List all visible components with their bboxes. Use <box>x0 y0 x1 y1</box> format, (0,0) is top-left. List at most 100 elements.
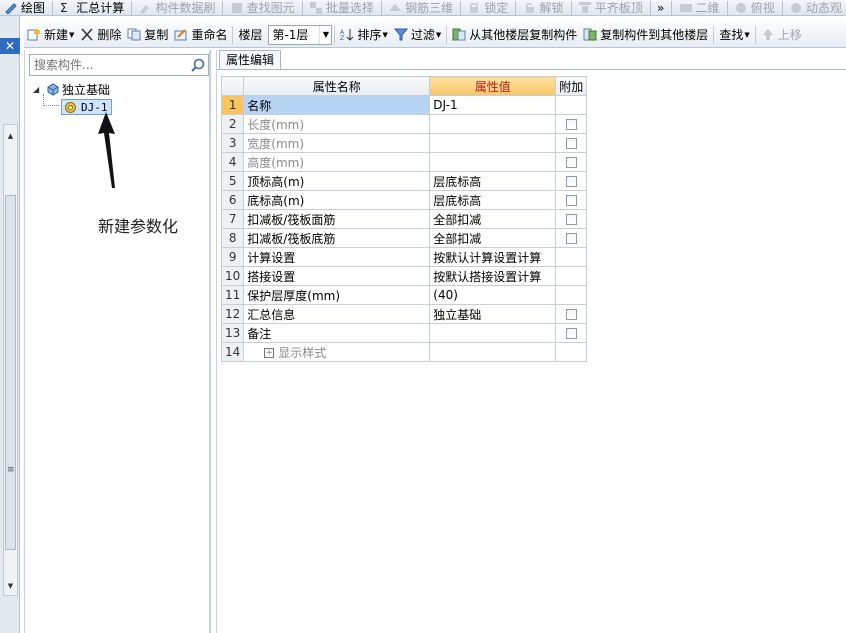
property-value[interactable] <box>429 342 557 362</box>
property-value[interactable] <box>429 133 557 153</box>
property-value[interactable]: 层底标高 <box>429 171 557 191</box>
property-value[interactable] <box>429 323 557 343</box>
toolbar-item-label: 锁定 <box>484 1 509 15</box>
main-toolbar: 绘图 Σ 汇总计算 构件数据刷 查找图元 批量选择 钢筋三维 锁定 解锁 平齐板顶 » 二维 俯视 动态观 <box>0 0 846 16</box>
gear-icon <box>64 101 78 114</box>
add-checkbox[interactable] <box>565 157 577 168</box>
scroll-up-icon[interactable]: ▲ <box>4 129 17 143</box>
add-checkbox[interactable] <box>565 309 577 320</box>
toolbar-item-7[interactable]: 解锁 <box>519 0 568 15</box>
property-row[interactable]: 1 名称 DJ-1 <box>220 95 588 115</box>
tab-divider <box>217 69 846 70</box>
filter-button[interactable]: 过滤 ▼ <box>391 24 444 46</box>
property-value[interactable]: (40) <box>429 285 557 305</box>
move-up-button[interactable]: 上移 <box>758 24 805 46</box>
toolbar-item-11[interactable]: 俯视 <box>730 0 779 15</box>
rename-button[interactable]: 重命名 <box>171 24 230 46</box>
property-row[interactable]: 9 计算设置 按默认计算设置计算 <box>220 247 588 267</box>
toolbar-item-5[interactable]: 钢筋三维 <box>384 0 457 15</box>
toolbar-item-label: 二维 <box>695 1 720 15</box>
property-name-text: 保护层厚度(mm) <box>247 288 341 303</box>
property-row[interactable]: 10 搭接设置 按默认搭接设置计算 <box>220 266 588 286</box>
property-row[interactable]: 8 扣减板/筏板底筋 全部扣减 <box>220 228 588 248</box>
copy-to-floor-label: 复制构件到其他楼层 <box>600 28 709 42</box>
delete-button[interactable]: 删除 <box>77 24 124 46</box>
property-value[interactable]: 全部扣减 <box>429 228 557 248</box>
chevron-down-icon: ▼ <box>319 25 331 44</box>
toolbar-item-12[interactable]: 动态观 <box>785 0 846 15</box>
expand-icon[interactable]: + <box>264 348 275 358</box>
toolbar-item-10[interactable]: 二维 <box>675 0 724 15</box>
add-checkbox[interactable] <box>565 138 577 149</box>
property-value[interactable]: 全部扣减 <box>429 209 557 229</box>
toolbar-item-label: 批量选择 <box>325 1 374 15</box>
toolbar-item-8[interactable]: 平齐板顶 <box>574 0 647 15</box>
column-header-add[interactable]: 附加 <box>555 76 588 96</box>
toolbar-item-1[interactable]: Σ 汇总计算 <box>55 0 128 15</box>
property-value[interactable]: DJ-1 <box>429 95 557 115</box>
search-icon[interactable] <box>188 55 208 75</box>
toolbar-item-4[interactable]: 批量选择 <box>305 0 378 15</box>
property-row[interactable]: 2 长度(mm) <box>220 114 588 134</box>
property-row[interactable]: 14 + 显示样式 <box>220 342 588 362</box>
property-add-cell <box>555 247 588 267</box>
find-button[interactable]: 查找 ▼ <box>716 24 752 46</box>
property-row[interactable]: 7 扣减板/筏板面筋 全部扣减 <box>220 209 588 229</box>
toolbar-item-6[interactable]: 锁定 <box>463 0 512 15</box>
property-row[interactable]: 6 底标高(m) 层底标高 <box>220 190 588 210</box>
toolbar-item-label: » <box>656 0 665 15</box>
tab-property-edit[interactable]: 属性编辑 <box>219 50 282 70</box>
toolbar-item-2[interactable]: 构件数据刷 <box>134 0 219 15</box>
scrollbar-thumb[interactable] <box>5 195 16 550</box>
property-row[interactable]: 13 备注 <box>220 323 588 343</box>
add-checkbox[interactable] <box>565 328 577 339</box>
property-name-text: 高度(mm) <box>247 155 305 170</box>
copy-to-floor-button[interactable]: 复制构件到其他楼层 <box>580 24 711 46</box>
property-name: 宽度(mm) <box>243 133 431 153</box>
floor-label: 楼层 <box>235 24 265 46</box>
property-row[interactable]: 12 汇总信息 独立基础 <box>220 304 588 324</box>
add-checkbox[interactable] <box>565 214 577 225</box>
add-checkbox[interactable] <box>565 176 577 187</box>
property-name-text: 扣减板/筏板面筋 <box>247 212 336 227</box>
add-checkbox[interactable] <box>565 233 577 244</box>
property-value[interactable]: 按默认搭接设置计算 <box>429 266 557 286</box>
property-row[interactable]: 4 高度(mm) <box>220 152 588 172</box>
toolbar-item-3[interactable]: 查找图元 <box>226 0 299 15</box>
property-value[interactable]: 层底标高 <box>429 190 557 210</box>
column-header-value[interactable]: 属性值 <box>429 76 557 96</box>
property-value[interactable]: 独立基础 <box>429 304 557 324</box>
new-button[interactable]: 新建 ▼ <box>24 24 77 46</box>
property-row[interactable]: 11 保护层厚度(mm) (40) <box>220 285 588 305</box>
tree-connector <box>43 94 59 106</box>
column-header-name[interactable]: 属性名称 <box>243 76 431 96</box>
scroll-down-icon[interactable]: ▼ <box>4 579 17 593</box>
toolbar-item-0[interactable]: 绘图 <box>0 0 49 15</box>
property-name: 扣减板/筏板底筋 <box>243 228 431 248</box>
sort-button[interactable]: AZ 排序 ▼ <box>337 24 390 46</box>
row-number: 11 <box>220 285 245 305</box>
add-checkbox[interactable] <box>565 119 577 130</box>
toolbar-item-9[interactable]: » <box>653 0 668 15</box>
add-checkbox[interactable] <box>565 195 577 206</box>
floor-select[interactable]: 第-1层 ▼ <box>268 24 333 45</box>
copy-button[interactable]: 复制 <box>124 24 171 46</box>
search-input[interactable] <box>30 55 188 75</box>
property-row[interactable]: 3 宽度(mm) <box>220 133 588 153</box>
property-row[interactable]: 5 顶标高(m) 层底标高 <box>220 171 588 191</box>
close-icon[interactable]: ✕ <box>0 38 20 54</box>
lock-icon <box>467 1 481 14</box>
property-name-text: 搭接设置 <box>247 269 296 284</box>
property-add-cell <box>555 190 588 210</box>
row-number: 4 <box>220 152 245 172</box>
toolbar-item-label: 解锁 <box>539 1 564 15</box>
property-value[interactable] <box>429 114 557 134</box>
find-icon <box>230 1 244 14</box>
row-number: 9 <box>220 247 245 267</box>
property-value[interactable]: 按默认计算设置计算 <box>429 247 557 267</box>
side-scrollbar[interactable]: ▲ ≡ ▼ <box>3 124 18 596</box>
copy-from-floor-button[interactable]: 从其他楼层复制构件 <box>449 24 580 46</box>
property-value[interactable] <box>429 152 557 172</box>
toolbar-item-label: 平齐板顶 <box>594 1 643 15</box>
collapse-icon[interactable]: ◢ <box>33 85 45 94</box>
